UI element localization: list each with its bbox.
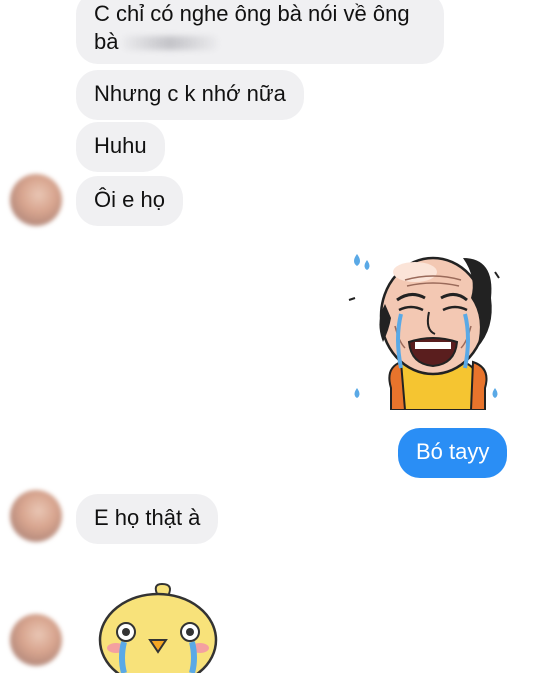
contact-avatar[interactable] — [10, 174, 62, 226]
message-text: bà — [94, 29, 119, 54]
contact-avatar[interactable] — [10, 490, 62, 542]
chat-thread: C chỉ có nghe ông bà nói về ông bà Nhưng… — [0, 0, 540, 678]
crying-old-man-icon — [348, 254, 500, 411]
incoming-message[interactable]: Ôi e họ — [76, 176, 183, 226]
incoming-message[interactable]: Nhưng c k nhớ nữa — [76, 70, 304, 120]
crying-chick-sticker[interactable] — [96, 582, 224, 678]
message-text: E họ thật à — [94, 505, 201, 530]
message-text: Bó tayy — [416, 439, 490, 464]
contact-avatar[interactable] — [10, 614, 62, 666]
message-text: Nhưng c k nhớ nữa — [94, 81, 286, 106]
incoming-message[interactable]: E họ thật à — [76, 494, 219, 544]
message-text: Ôi e họ — [94, 187, 165, 212]
incoming-message[interactable]: Huhu — [76, 122, 165, 172]
redacted-text — [122, 36, 219, 51]
message-text-line: C chỉ có nghe ông bà nói về ông — [94, 1, 410, 26]
outgoing-message[interactable]: Bó tayy — [398, 428, 508, 478]
incoming-message[interactable]: C chỉ có nghe ông bà nói về ông bà — [76, 0, 444, 64]
message-text-line: bà — [94, 28, 426, 56]
crying-old-man-sticker[interactable] — [345, 238, 505, 411]
crying-chick-icon — [98, 582, 218, 678]
message-text: Huhu — [94, 133, 147, 158]
